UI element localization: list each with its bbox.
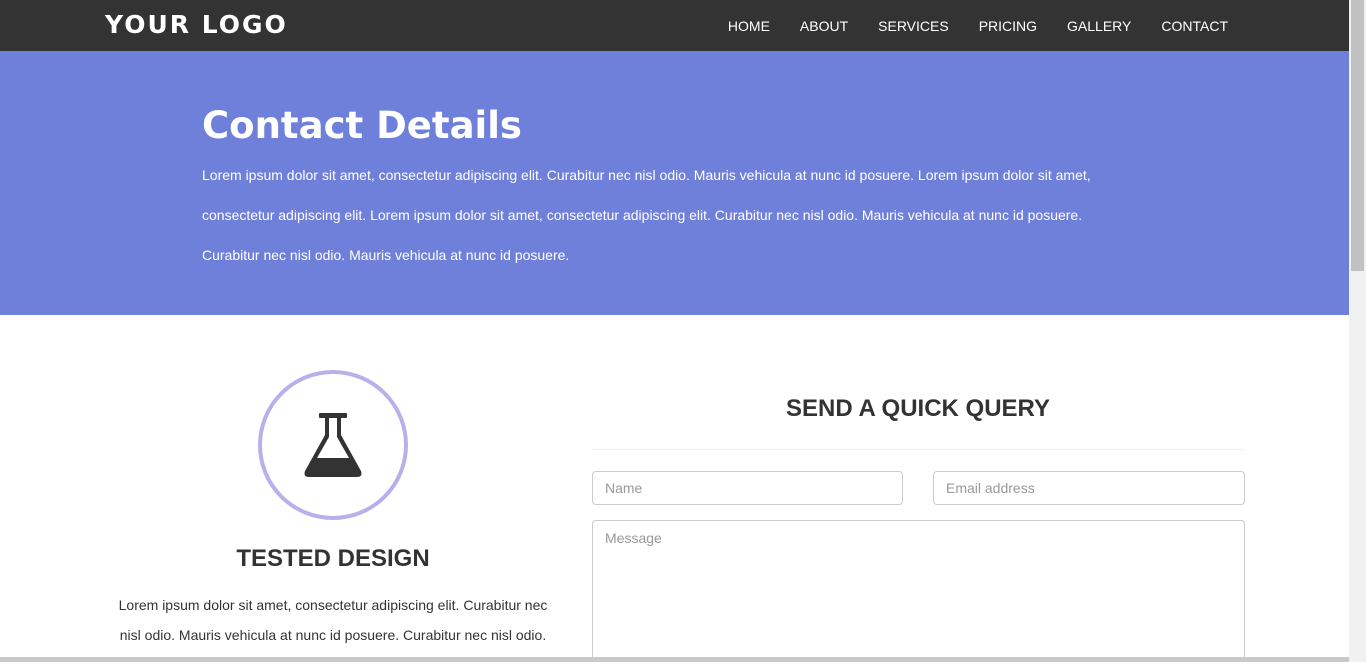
horizontal-scrollbar[interactable] (0, 657, 1349, 662)
feature-description: Lorem ipsum dolor sit amet, consectetur … (118, 597, 548, 662)
email-input[interactable] (933, 471, 1245, 505)
nav-pricing[interactable]: PRICING (979, 18, 1037, 34)
banner-description: Lorem ipsum dolor sit amet, consectetur … (202, 167, 1091, 263)
nav-gallery[interactable]: GALLERY (1067, 18, 1131, 34)
scrollbar-thumb[interactable] (1351, 0, 1364, 271)
main-nav: HOME ABOUT SERVICES PRICING GALLERY CONT… (698, 0, 1228, 51)
logo[interactable]: YOUR LOGO (105, 9, 288, 41)
message-textarea[interactable] (592, 520, 1245, 662)
feature-icon-circle (258, 370, 408, 520)
top-navbar: YOUR LOGO HOME ABOUT SERVICES PRICING GA… (0, 0, 1349, 51)
contact-banner: Contact Details Lorem ipsum dolor sit am… (0, 51, 1349, 315)
nav-home[interactable]: HOME (728, 18, 770, 34)
nav-about[interactable]: ABOUT (800, 18, 848, 34)
page-title: Contact Details (202, 104, 522, 147)
nav-contact[interactable]: CONTACT (1161, 18, 1228, 34)
query-form-title: SEND A QUICK QUERY (785, 395, 1051, 422)
name-input[interactable] (592, 471, 903, 505)
feature-title: TESTED DESIGN (236, 545, 430, 572)
divider (592, 449, 1244, 450)
flask-icon (304, 413, 362, 477)
nav-services[interactable]: SERVICES (878, 18, 949, 34)
